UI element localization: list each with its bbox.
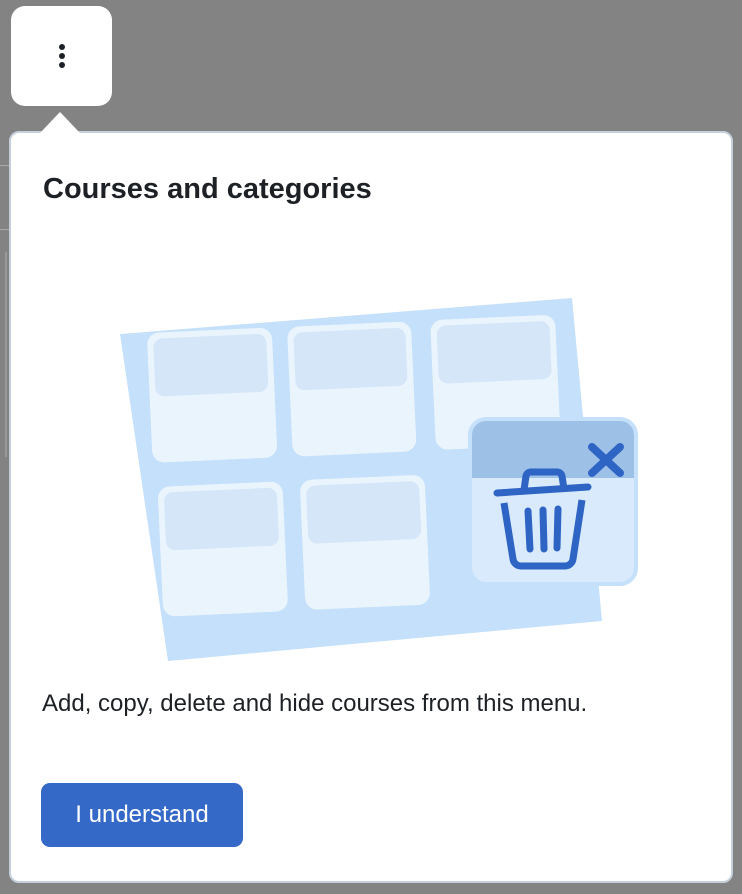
background-divider [0,229,9,230]
popover-description: Add, copy, delete and hide courses from … [42,690,588,717]
user-tour-popover: Courses and categories Add, copy, delete… [9,131,733,883]
popover-arrow [40,112,80,133]
i-understand-button[interactable]: I understand [41,783,243,847]
background-scrollbar [5,252,7,457]
background-divider [0,165,9,166]
course-grid-trash-illustration [120,298,638,661]
popover-title: Courses and categories [43,173,372,205]
actions-menu-button[interactable] [11,6,112,106]
trash-icon [468,417,638,586]
kebab-menu-icon [58,44,65,68]
